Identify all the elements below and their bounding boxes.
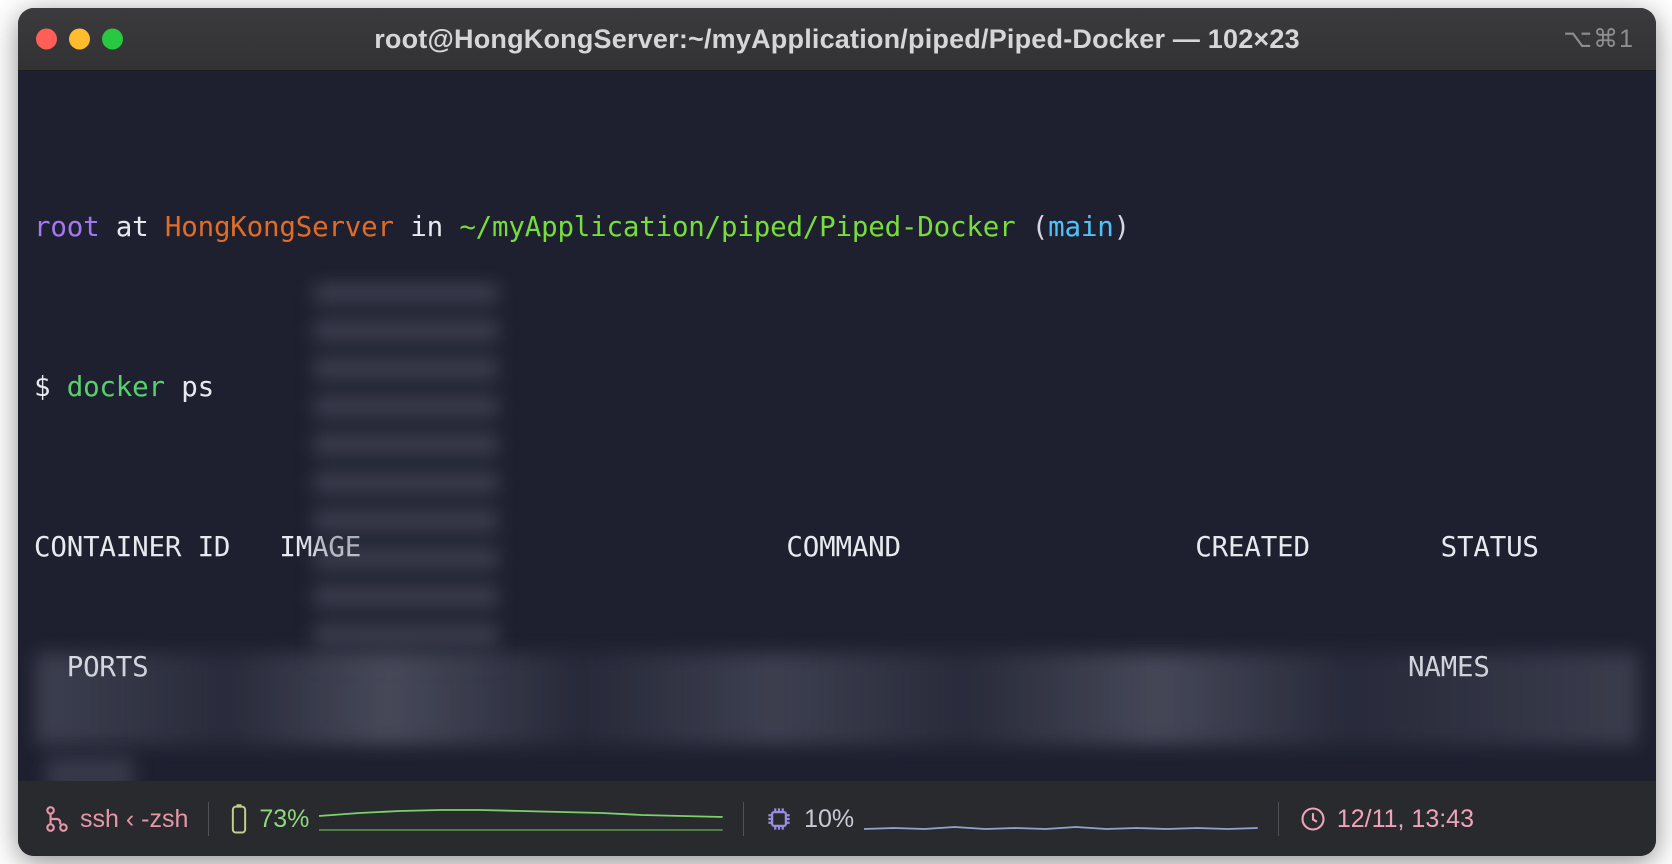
prompt-in: in xyxy=(410,211,443,243)
screenshot-root: root@HongKongServer:~/myApplication/pipe… xyxy=(0,0,1672,864)
ssh-session-label: ssh ‹ -zsh xyxy=(80,804,189,833)
prompt-at: at xyxy=(115,211,149,243)
status-cpu-group[interactable]: 10% xyxy=(764,781,1258,856)
git-branch-icon xyxy=(44,804,70,834)
battery-icon xyxy=(229,803,249,835)
title-bar: root@HongKongServer:~/myApplication/pipe… xyxy=(18,8,1656,71)
cpu-sparkline xyxy=(864,826,1258,830)
cpu-chip-icon xyxy=(764,804,794,834)
terminal-content[interactable]: root at HongKongServer in ~/myApplicatio… xyxy=(18,71,1656,781)
prompt-sigil: $ xyxy=(34,371,51,403)
status-bar: ssh ‹ -zsh 73% 10% 12/11, 13:43 xyxy=(18,781,1656,856)
table-header-names: NAMES xyxy=(1407,651,1490,683)
prompt-paren-open: ( xyxy=(1031,211,1049,243)
prompt-user: root xyxy=(34,211,100,243)
clock-icon xyxy=(1299,805,1327,833)
cpu-percent-label: 10% xyxy=(804,804,855,833)
battery-percent-label: 73% xyxy=(259,804,310,833)
prompt-path: ~/myApplication/piped/Piped-Docker xyxy=(459,211,1016,243)
command-name: docker xyxy=(66,371,165,403)
status-ssh-group[interactable]: ssh ‹ -zsh xyxy=(44,781,188,856)
keyboard-shortcut-indicator: ⌥⌘1 xyxy=(1563,25,1634,53)
table-header-ports: PORTS xyxy=(34,651,149,683)
minimize-button[interactable] xyxy=(69,28,90,50)
prompt-line-top: root at HongKongServer in ~/myApplicatio… xyxy=(34,207,1653,247)
command-line: $ docker ps xyxy=(34,367,1653,407)
prompt-paren-close: ) xyxy=(1113,211,1131,243)
zoom-button[interactable] xyxy=(102,28,123,50)
terminal-output: root at HongKongServer in ~/myApplicatio… xyxy=(18,71,1653,781)
prompt-git-branch: main xyxy=(1048,211,1114,243)
table-header-row: CONTAINER ID IMAGE COMMAND CREATED STATU… xyxy=(34,531,1539,563)
status-divider xyxy=(208,802,210,836)
clock-label: 12/11, 13:43 xyxy=(1336,804,1474,833)
prompt-host: HongKongServer xyxy=(164,211,394,243)
battery-sparkline xyxy=(319,809,724,831)
table-header-wrap: PORTS NAMES xyxy=(34,647,1653,687)
command-args: ps xyxy=(181,371,214,403)
terminal-window: root@HongKongServer:~/myApplication/pipe… xyxy=(18,8,1656,856)
close-button[interactable] xyxy=(36,28,57,50)
window-title: root@HongKongServer:~/myApplication/pipe… xyxy=(374,23,1300,54)
status-clock-group[interactable]: 12/11, 13:43 xyxy=(1299,781,1474,856)
status-divider xyxy=(1277,802,1279,836)
status-divider xyxy=(743,802,745,836)
status-battery-group[interactable]: 73% xyxy=(229,781,724,856)
traffic-light-buttons xyxy=(36,28,123,50)
